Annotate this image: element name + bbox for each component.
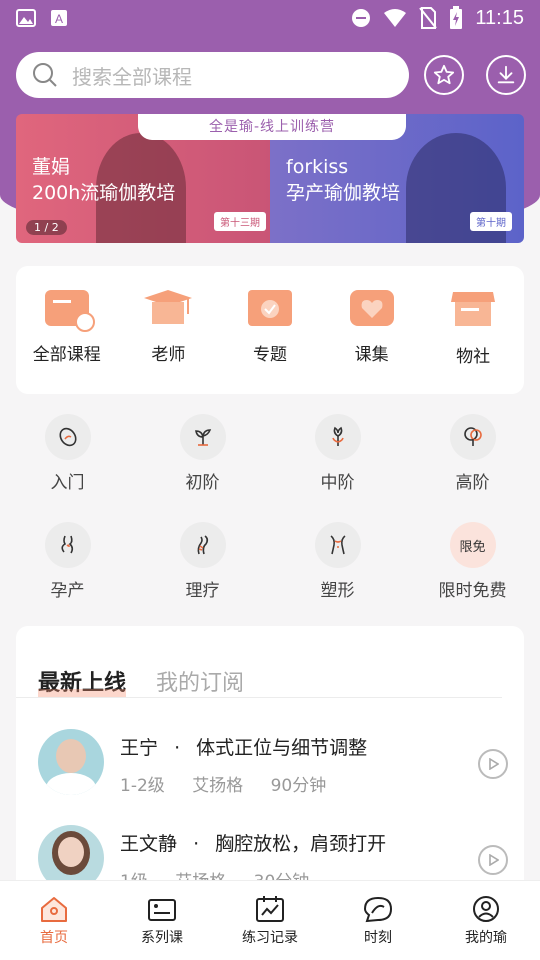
search-placeholder: 搜索全部课程	[72, 64, 192, 89]
banner-right-title-line1: forkiss	[286, 156, 349, 178]
level-grid: 入门 初阶 中阶 高阶 孕产 理疗 塑形 限免 限时免费	[0, 414, 540, 630]
limited-free-icon-text: 限免	[459, 539, 486, 555]
download-icon	[497, 65, 515, 84]
banner-left-title-line2: 200h流瑜伽教培	[32, 182, 176, 204]
practice-record-icon	[256, 895, 284, 922]
home-icon	[41, 896, 67, 922]
nav-moments[interactable]: 时刻	[328, 895, 428, 947]
banner-right-title-line2: 孕产瑜伽教培	[286, 182, 401, 204]
nav-practice-record[interactable]: 练习记录	[220, 895, 320, 947]
do-not-disturb-icon	[352, 9, 371, 27]
course-video-icon	[44, 290, 95, 332]
tab-subscriptions[interactable]: 我的订阅	[156, 665, 244, 697]
category-label: 全部课程	[32, 345, 101, 365]
category-collections[interactable]: 课集	[327, 290, 417, 365]
course-meta: 1-2级 艾扬格 90分钟	[120, 776, 327, 796]
clock: 11:15	[475, 6, 524, 29]
nav-home[interactable]: 首页	[4, 895, 104, 947]
nav-series[interactable]: 系列课	[112, 895, 212, 947]
battery-charging-icon	[450, 6, 463, 29]
play-button[interactable]	[478, 845, 508, 875]
tree-icon	[449, 414, 496, 460]
seed-icon	[44, 414, 91, 460]
category-shop[interactable]: 物社	[428, 290, 518, 367]
course-title: 王宁 · 体式正位与细节调整	[120, 737, 368, 759]
search-icon	[33, 63, 57, 87]
banner-right-period: 第十期	[470, 212, 512, 231]
category-teachers[interactable]: 老师	[123, 290, 213, 365]
banner-right-title: forkiss 孕产瑜伽教培	[286, 154, 400, 206]
nav-label: 首页	[40, 929, 68, 946]
category-label: 物社	[456, 347, 491, 367]
level-advanced[interactable]: 高阶	[405, 414, 540, 522]
play-icon	[489, 854, 499, 866]
shop-icon	[451, 292, 496, 326]
level-therapy[interactable]: 理疗	[135, 522, 270, 630]
level-beginner[interactable]: 入门	[0, 414, 135, 522]
category-label: 老师	[151, 345, 186, 365]
topic-check-icon	[247, 290, 292, 326]
series-icon	[148, 898, 176, 921]
category-all-courses[interactable]: 全部课程	[22, 290, 112, 365]
avatar	[38, 729, 104, 795]
level-elementary[interactable]: 初阶	[135, 414, 270, 522]
moments-icon	[363, 896, 393, 922]
category-card: 全部课程 老师 专题 课集 物社	[16, 266, 524, 394]
favorites-button[interactable]	[424, 55, 464, 95]
play-icon	[489, 758, 499, 770]
level-shaping[interactable]: 塑形	[270, 522, 405, 630]
no-sim-icon	[419, 7, 438, 29]
nav-label: 练习记录	[242, 929, 298, 946]
wifi-icon	[384, 9, 407, 27]
level-label: 塑形	[320, 581, 355, 601]
limited-free-icon: 限免	[449, 522, 496, 568]
level-pregnancy[interactable]: 孕产	[0, 522, 135, 630]
nav-profile[interactable]: 我的瑜	[436, 895, 536, 947]
level-label: 孕产	[50, 581, 85, 601]
level-label: 入门	[50, 473, 85, 493]
nav-label: 系列课	[141, 929, 183, 946]
therapy-icon	[179, 522, 226, 568]
nav-label: 时刻	[364, 929, 392, 946]
download-button[interactable]	[486, 55, 526, 95]
play-button[interactable]	[478, 749, 508, 779]
banner-left-title: 董娟 200h流瑜伽教培	[32, 154, 175, 206]
heart-collection-icon	[349, 290, 394, 326]
banner-left-period: 第十三期	[214, 212, 266, 231]
category-label: 课集	[354, 345, 389, 365]
pregnancy-icon	[44, 522, 91, 568]
category-topics[interactable]: 专题	[225, 290, 315, 365]
banner-pager: 1 / 2	[26, 220, 67, 235]
status-bar: A 11:15	[0, 0, 540, 36]
tab-latest[interactable]: 最新上线	[38, 665, 127, 697]
level-label: 中阶	[320, 473, 355, 493]
level-label: 高阶	[455, 473, 490, 493]
banner-tagline: 全是瑜-线上训练营	[138, 114, 406, 140]
category-label: 专题	[252, 345, 287, 365]
banner-left-title-line1: 董娟	[32, 156, 71, 178]
graduation-cap-icon	[144, 290, 193, 324]
promo-banner[interactable]: 全是瑜-线上训练营 董娟 200h流瑜伽教培 forkiss 孕产瑜伽教培 第十…	[16, 114, 524, 243]
star-icon	[433, 64, 455, 85]
level-limited-free[interactable]: 限免 限时免费	[405, 522, 540, 630]
profile-icon	[473, 895, 499, 922]
svg-text:A: A	[55, 12, 63, 26]
level-label: 理疗	[185, 581, 220, 601]
level-label: 初阶	[185, 473, 220, 493]
body-shape-icon	[314, 522, 361, 568]
level-label: 限时免费	[438, 581, 507, 601]
level-intermediate[interactable]: 中阶	[270, 414, 405, 522]
course-item[interactable]: 王宁 · 体式正位与细节调整 1-2级 艾扬格 90分钟	[38, 729, 508, 809]
nav-label: 我的瑜	[465, 929, 507, 946]
course-tabs: 最新上线 我的订阅	[16, 626, 502, 698]
course-title: 王文静 · 胸腔放松，肩颈打开	[120, 833, 387, 855]
font-icon: A	[51, 10, 67, 26]
flower-bud-icon	[314, 414, 361, 460]
search-bar[interactable]: 搜索全部课程	[16, 52, 409, 98]
bottom-navigation: 首页 系列课 练习记录 时刻 我的瑜	[0, 880, 540, 960]
gallery-icon	[16, 9, 36, 27]
sprout-icon	[179, 414, 226, 460]
